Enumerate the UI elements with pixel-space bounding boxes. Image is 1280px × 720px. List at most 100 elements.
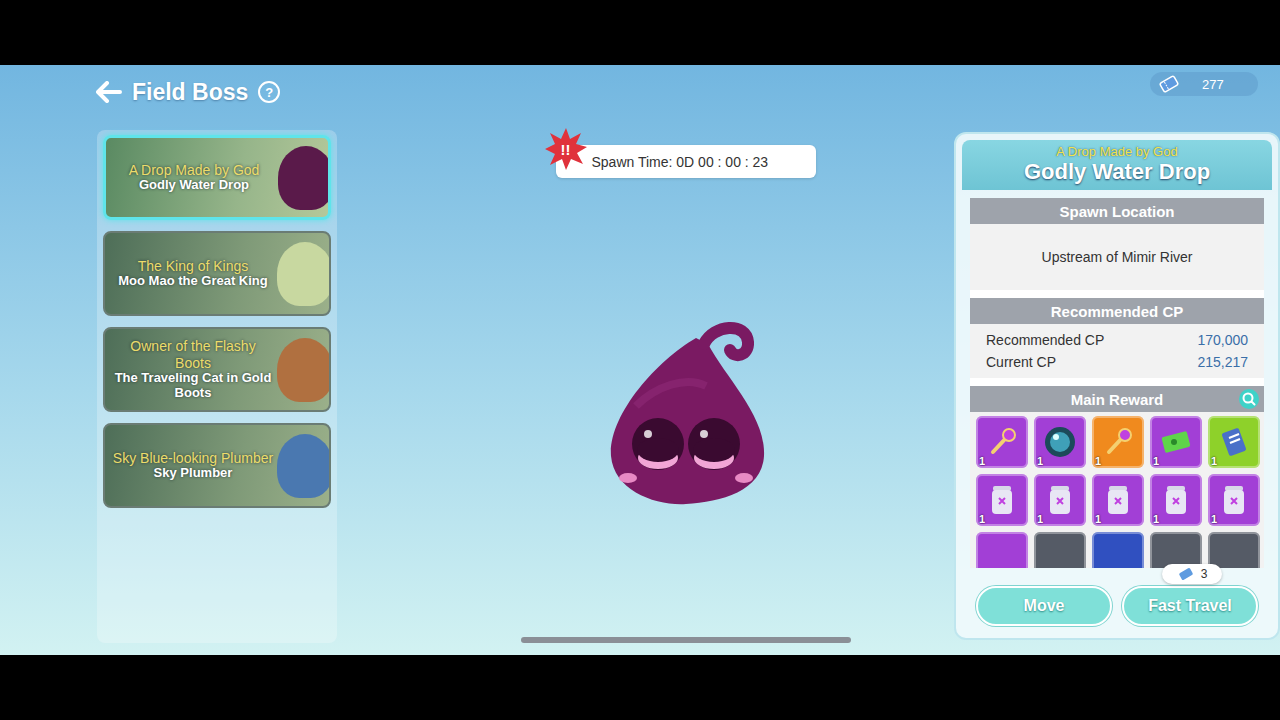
reward-item[interactable] bbox=[1208, 532, 1260, 568]
action-button[interactable]: Fast Travel bbox=[1122, 586, 1258, 626]
help-button[interactable]: ? bbox=[258, 81, 280, 103]
boss-portrait-icon bbox=[277, 434, 331, 498]
magnifier-icon[interactable] bbox=[1238, 388, 1260, 410]
reward-item[interactable]: 1 bbox=[1034, 474, 1086, 526]
cp-table: Recommended CP 170,000 Current CP 215,217 bbox=[970, 324, 1264, 378]
jar-icon bbox=[1101, 482, 1135, 518]
content: A Drop Made by GodGodly Water DropThe Ki… bbox=[0, 130, 1280, 655]
reward-item[interactable]: 1 bbox=[1150, 474, 1202, 526]
section-header: Recommended CP bbox=[970, 298, 1264, 324]
section-header: Spawn Location bbox=[970, 198, 1264, 224]
boss-detail-panel: A Drop Made by GodGodly Water Drop Spawn … bbox=[954, 132, 1280, 640]
boss-name: Moo Mao the Great King bbox=[111, 274, 275, 289]
boss-subtitle: Owner of the Flashy Boots bbox=[111, 338, 275, 370]
ticket-icon bbox=[1158, 424, 1194, 460]
key-icon bbox=[985, 425, 1019, 459]
alert-badge: !! bbox=[544, 127, 588, 171]
reward-item[interactable] bbox=[976, 532, 1028, 568]
detail-subtitle: A Drop Made by God bbox=[962, 144, 1272, 159]
boss-card-text: A Drop Made by GodGodly Water Drop bbox=[112, 162, 276, 193]
boss-subtitle: Sky Blue-looking Plumber bbox=[111, 450, 275, 466]
reward-count: 1 bbox=[1211, 455, 1217, 467]
reward-item[interactable]: 1 bbox=[1092, 416, 1144, 468]
cp-value: 215,217 bbox=[1197, 354, 1248, 370]
boss-card-text: Sky Blue-looking PlumberSky Plumber bbox=[111, 450, 275, 481]
reward-item[interactable]: 1 bbox=[976, 416, 1028, 468]
boss-name: Sky Plumber bbox=[111, 466, 275, 481]
reward-item[interactable] bbox=[1034, 532, 1086, 568]
title-group: Field Boss? bbox=[96, 77, 280, 107]
jar-icon bbox=[1159, 482, 1193, 518]
reward-item[interactable]: 1 bbox=[1208, 416, 1260, 468]
section-header: Main Reward bbox=[970, 386, 1264, 412]
orb-icon bbox=[1042, 424, 1078, 460]
reward-count: 1 bbox=[1153, 513, 1159, 525]
scroll-bar[interactable] bbox=[521, 637, 851, 643]
currency-pill: 277 bbox=[1150, 72, 1258, 96]
reward-item[interactable]: 1 bbox=[1034, 416, 1086, 468]
water-drop-boss-icon bbox=[596, 316, 776, 516]
action-button[interactable]: Move bbox=[976, 586, 1112, 626]
boss-card[interactable]: Owner of the Flashy BootsThe Traveling C… bbox=[103, 327, 331, 412]
cp-value: 170,000 bbox=[1197, 332, 1248, 348]
boss-name: The Traveling Cat in Gold Boots bbox=[111, 371, 275, 401]
game-screen: Field Boss?277A Drop Made by GodGodly Wa… bbox=[0, 0, 1280, 720]
field-boss-screen: Field Boss?277A Drop Made by GodGodly Wa… bbox=[0, 65, 1280, 655]
reward-item[interactable]: 1 bbox=[1092, 474, 1144, 526]
reward-item[interactable]: 1 bbox=[1150, 416, 1202, 468]
boss-name: Godly Water Drop bbox=[112, 178, 276, 193]
currency-amount: 277 bbox=[1202, 77, 1224, 92]
boss-portrait-icon bbox=[277, 338, 331, 402]
reward-count: 1 bbox=[979, 455, 985, 467]
reward-count: 1 bbox=[1153, 455, 1159, 467]
boss-card[interactable]: The King of KingsMoo Mao the Great King bbox=[103, 231, 331, 316]
ticket-icon bbox=[1177, 567, 1195, 581]
reward-grid: 1 1 1 1 1 1 1 1 1 1 bbox=[970, 412, 1264, 568]
detail-footer: 3 MoveFast Travel bbox=[962, 568, 1272, 632]
reward-count: 1 bbox=[1095, 455, 1101, 467]
jar-icon bbox=[1043, 482, 1077, 518]
boss-subtitle: The King of Kings bbox=[111, 258, 275, 274]
boss-subtitle: A Drop Made by God bbox=[112, 162, 276, 178]
detail-header: A Drop Made by GodGodly Water Drop bbox=[962, 140, 1272, 190]
reward-item[interactable]: 1 bbox=[976, 474, 1028, 526]
reward-count: 1 bbox=[1037, 455, 1043, 467]
cp-row: Current CP 215,217 bbox=[986, 354, 1248, 370]
reward-count: 1 bbox=[1095, 513, 1101, 525]
scroll-icon bbox=[1216, 424, 1252, 460]
boss-portrait-icon bbox=[278, 146, 331, 210]
travel-cost: 3 bbox=[1201, 567, 1208, 581]
boss-card-text: The King of KingsMoo Mao the Great King bbox=[111, 258, 275, 289]
reward-count: 1 bbox=[1211, 513, 1217, 525]
boss-card-text: Owner of the Flashy BootsThe Traveling C… bbox=[111, 338, 275, 400]
spawn-location: Upstream of Mimir River bbox=[970, 224, 1264, 290]
jar-icon bbox=[985, 482, 1019, 518]
header: Field Boss? 277 bbox=[0, 65, 1280, 130]
back-arrow-icon[interactable] bbox=[96, 81, 122, 103]
reward-item[interactable] bbox=[1092, 532, 1144, 568]
key-icon bbox=[1101, 425, 1135, 459]
boss-card[interactable]: Sky Blue-looking PlumberSky Plumber bbox=[103, 423, 331, 508]
boss-portrait-icon bbox=[277, 242, 331, 306]
top-letterbox bbox=[0, 0, 1280, 65]
reward-item[interactable]: 1 bbox=[1208, 474, 1260, 526]
alert-text: !! bbox=[544, 127, 588, 171]
section-title: Main Reward bbox=[1071, 391, 1164, 408]
detail-body: Spawn LocationUpstream of Mimir River Rec… bbox=[970, 198, 1264, 568]
spawn-time-bubble: !!Spawn Time: 0D 00 : 00 : 23 bbox=[556, 145, 816, 178]
screen-title: Field Boss bbox=[132, 79, 248, 106]
reward-item[interactable] bbox=[1150, 532, 1202, 568]
reward-count: 1 bbox=[1037, 513, 1043, 525]
ticket-icon bbox=[1158, 75, 1180, 93]
boss-card[interactable]: A Drop Made by GodGodly Water Drop bbox=[103, 135, 331, 220]
reward-count: 1 bbox=[979, 513, 985, 525]
boss-list: A Drop Made by GodGodly Water Drop The Ki… bbox=[97, 130, 337, 643]
boss-stage: !!Spawn Time: 0D 00 : 00 : 23 bbox=[337, 130, 954, 643]
bottom-letterbox bbox=[0, 655, 1280, 720]
travel-cost-badge: 3 bbox=[1162, 564, 1222, 584]
jar-icon bbox=[1217, 482, 1251, 518]
cp-label: Recommended CP bbox=[986, 332, 1104, 348]
cp-label: Current CP bbox=[986, 354, 1056, 370]
cp-row: Recommended CP 170,000 bbox=[986, 332, 1248, 348]
spawn-time: Spawn Time: 0D 00 : 00 : 23 bbox=[592, 154, 769, 170]
